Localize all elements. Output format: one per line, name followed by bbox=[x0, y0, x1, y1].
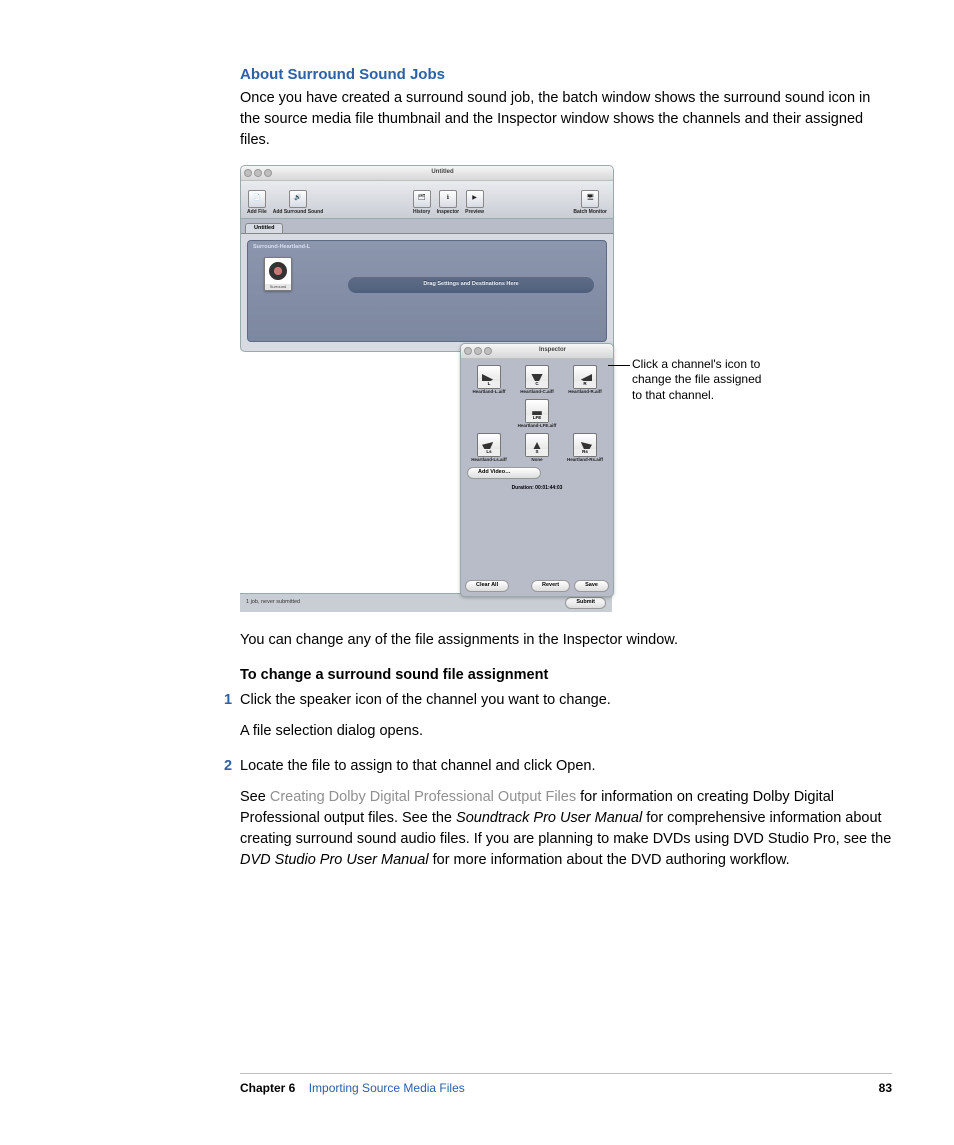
info-icon: ℹ bbox=[439, 190, 457, 208]
surround-icon: 🔊 bbox=[289, 190, 307, 208]
page-footer: Chapter 6 Importing Source Media Files 8… bbox=[240, 1073, 892, 1097]
monitor-icon: 🖥 bbox=[581, 190, 599, 208]
file-icon: 📄 bbox=[248, 190, 266, 208]
source-thumbnail[interactable]: Surround bbox=[264, 257, 292, 291]
callout-leader-line bbox=[608, 365, 630, 366]
step-text: Click the speaker icon of the channel yo… bbox=[240, 692, 611, 708]
batch-window: Untitled 📄 Add File 🔊 Add Surround Sound… bbox=[240, 165, 614, 352]
section-heading: About Surround Sound Jobs bbox=[240, 64, 892, 86]
chapter-title: Importing Source Media Files bbox=[309, 1081, 465, 1095]
preview-button[interactable]: ▶ Preview bbox=[465, 190, 484, 216]
batch-tabstrip: Untitled bbox=[241, 219, 613, 234]
speaker-icon: C bbox=[525, 365, 549, 389]
channel-Rs[interactable]: Rs Heartland-Rs.aiff bbox=[563, 433, 607, 463]
chapter-label: Chapter 6 bbox=[240, 1081, 295, 1095]
closing-paragraph: See Creating Dolby Digital Professional … bbox=[240, 787, 892, 871]
dolby-link[interactable]: Creating Dolby Digital Professional Outp… bbox=[270, 789, 576, 805]
channel-R[interactable]: R Heartland-R.aiff bbox=[563, 365, 607, 395]
lfe-icon: LFE bbox=[525, 399, 549, 423]
drawer-icon: 🗂 bbox=[413, 190, 431, 208]
job-region: Surround-Heartland-L Surround Drag Setti… bbox=[247, 240, 607, 342]
close-icon[interactable] bbox=[464, 347, 472, 355]
speaker-icon: Rs bbox=[573, 433, 597, 457]
speaker-icon: L bbox=[477, 365, 501, 389]
after-image-text: You can change any of the file assignmen… bbox=[240, 630, 892, 651]
callout-text: Click a channel's icon to change the fil… bbox=[632, 357, 770, 404]
speaker-icon: R bbox=[573, 365, 597, 389]
channel-C[interactable]: C Heartland-C.aiff bbox=[515, 365, 559, 395]
speaker-icon: S bbox=[525, 433, 549, 457]
history-button[interactable]: 🗂 History bbox=[413, 190, 431, 216]
clear-all-button[interactable]: Clear All bbox=[465, 580, 509, 592]
inspector-window: Inspector L Heartland-L.aiff C bbox=[460, 343, 614, 597]
speaker-icon: Ls bbox=[477, 433, 501, 457]
minimize-icon[interactable] bbox=[474, 347, 482, 355]
inspector-window-title: Inspector bbox=[492, 346, 613, 355]
add-video-button[interactable]: Add Video… bbox=[467, 467, 541, 479]
step-2: 2 Locate the file to assign to that chan… bbox=[240, 756, 892, 777]
inspector-button[interactable]: ℹ Inspector bbox=[437, 190, 460, 216]
zoom-icon[interactable] bbox=[484, 347, 492, 355]
thumb-label: Surround bbox=[265, 284, 291, 290]
channel-LFE[interactable]: LFE Heartland-LFE.aiff bbox=[515, 399, 559, 429]
soundtrack-manual-ref: Soundtrack Pro User Manual bbox=[456, 810, 642, 826]
step-number: 2 bbox=[224, 756, 232, 777]
minimize-icon[interactable] bbox=[254, 169, 262, 177]
step-text: Locate the file to assign to that channe… bbox=[240, 758, 595, 774]
step-1-sub: A file selection dialog opens. bbox=[240, 721, 892, 742]
add-surround-button[interactable]: 🔊 Add Surround Sound bbox=[273, 190, 324, 216]
close-icon[interactable] bbox=[244, 169, 252, 177]
revert-button[interactable]: Revert bbox=[531, 580, 570, 592]
intro-paragraph: Once you have created a surround sound j… bbox=[240, 88, 892, 151]
zoom-icon[interactable] bbox=[264, 169, 272, 177]
drag-target[interactable]: Drag Settings and Destinations Here bbox=[348, 277, 594, 293]
inspector-titlebar: Inspector bbox=[461, 344, 613, 359]
page-number: 83 bbox=[879, 1080, 892, 1097]
job-name: Surround-Heartland-L bbox=[253, 244, 310, 252]
duration-label: Duration: 00:01:44:03 bbox=[467, 485, 607, 492]
dvd-manual-ref: DVD Studio Pro User Manual bbox=[240, 852, 429, 868]
batch-monitor-button[interactable]: 🖥 Batch Monitor bbox=[573, 190, 607, 216]
batch-toolbar: 📄 Add File 🔊 Add Surround Sound 🗂 Histor… bbox=[241, 181, 613, 219]
batch-titlebar: Untitled bbox=[241, 166, 613, 181]
channel-Ls[interactable]: Ls Heartland-Ls.aiff bbox=[467, 433, 511, 463]
step-number: 1 bbox=[224, 690, 232, 711]
channel-L[interactable]: L Heartland-L.aiff bbox=[467, 365, 511, 395]
play-icon: ▶ bbox=[466, 190, 484, 208]
add-file-button[interactable]: 📄 Add File bbox=[247, 190, 267, 216]
step-1: 1 Click the speaker icon of the channel … bbox=[240, 690, 892, 711]
screenshot-region: Untitled 📄 Add File 🔊 Add Surround Sound… bbox=[240, 165, 612, 612]
channel-S[interactable]: S None bbox=[515, 433, 559, 463]
task-heading: To change a surround sound file assignme… bbox=[240, 665, 892, 686]
batch-window-title: Untitled bbox=[272, 168, 613, 177]
save-button[interactable]: Save bbox=[574, 580, 609, 592]
batch-tab-untitled[interactable]: Untitled bbox=[245, 223, 283, 233]
